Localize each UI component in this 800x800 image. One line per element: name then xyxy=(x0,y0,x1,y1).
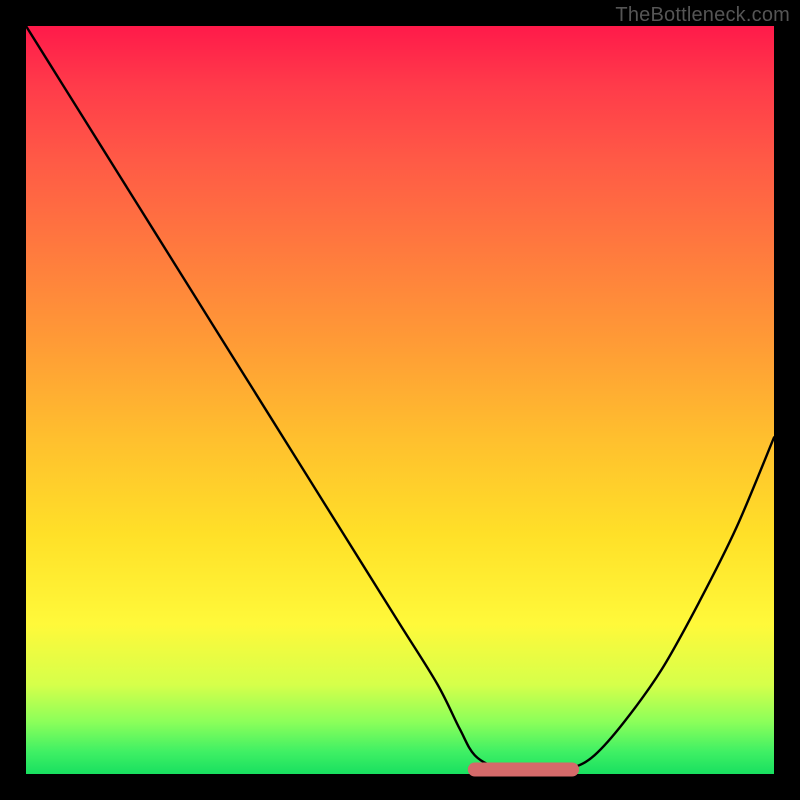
chart-frame: TheBottleneck.com xyxy=(0,0,800,800)
bottleneck-curve-svg xyxy=(26,26,774,774)
attribution-text: TheBottleneck.com xyxy=(615,4,790,27)
v-curve xyxy=(26,26,774,771)
